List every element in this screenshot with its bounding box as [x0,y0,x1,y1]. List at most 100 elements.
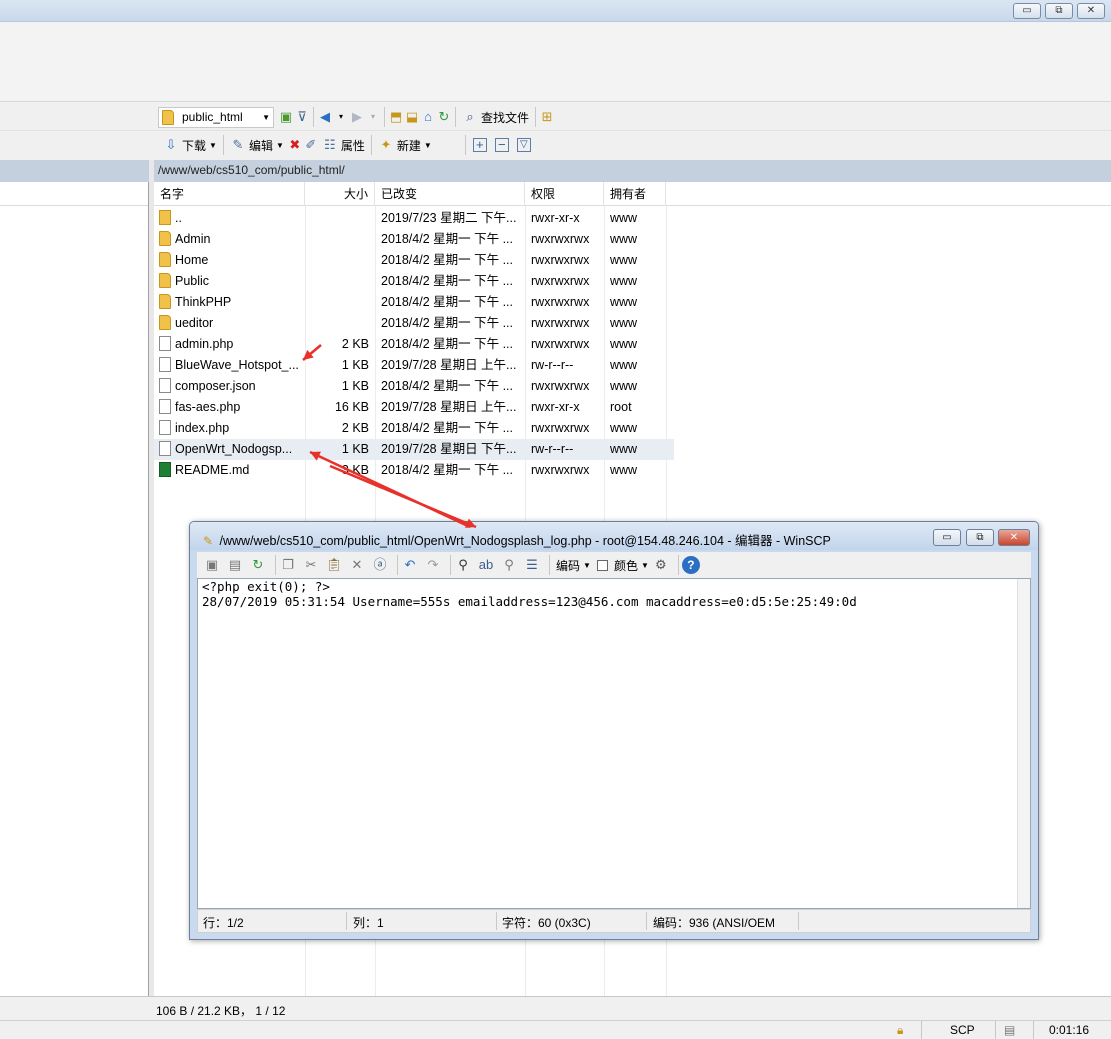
folder-select[interactable]: public_html ▼ [158,106,274,128]
file-owner: www [610,421,638,435]
download-button[interactable]: ⇩ 下载 ▼ [160,134,220,156]
back-dropdown-icon[interactable]: ▾ [333,109,349,125]
cut-icon[interactable]: ✂ [302,556,320,574]
column-header-changed[interactable]: 已改变 [375,182,525,206]
local-file-pane[interactable] [0,182,149,996]
file-row[interactable]: .. 2019/7/23 星期二 下午... rwxr-xr-x www [154,208,674,229]
goto-line-icon[interactable]: ☰ [523,556,541,574]
paste-icon[interactable]: 📋︎ [325,556,343,574]
file-row[interactable]: composer.json 1 KB 2018/4/2 星期一 下午 ... rwxr… [154,376,674,397]
color-checkbox[interactable] [596,559,608,571]
undo-icon[interactable]: ↶ [401,556,419,574]
editor-title-bar: ✎ /www/web/cs510_com/public_html/OpenWrt… [190,522,1038,550]
encoding-button[interactable]: 编码 ▼ [553,554,594,576]
file-row[interactable]: Home 2018/4/2 星期一 下午 ... rwxrwxrwx www [154,250,674,271]
file-changed: 2019/7/28 星期日 上午... [381,358,517,372]
editor-minimize-button[interactable]: ▭ [933,529,961,546]
restore-button[interactable]: ⧉ [1045,3,1073,19]
file-row[interactable]: Public 2018/4/2 星期一 下午 ... rwxrwxrwx www [154,271,674,292]
rename-icon[interactable]: ✐ [303,137,319,153]
file-row[interactable]: ueditor 2018/4/2 星期一 下午 ... rwxrwxrwx www [154,313,674,334]
file-size: 1 KB [341,379,369,393]
file-name: admin.php [159,334,303,355]
toolbar-divider [370,135,372,155]
editor-scrollbar[interactable] [1017,579,1030,908]
file-name-label: index.php [175,421,230,435]
file-size [305,229,369,250]
unselect-icon[interactable]: − [494,138,509,152]
file-row[interactable]: README.md 3 KB 2018/4/2 星期一 下午 ... rwxrwxrw… [154,460,674,481]
editor-text-area[interactable]: <?php exit(0); ?> 28/07/2019 05:31:54 Us… [197,578,1031,909]
file-owner: www [610,274,638,288]
file-size [305,208,369,229]
file-owner: www [610,232,638,246]
column-header-owner[interactable]: 拥有者 [604,182,666,206]
refresh-icon[interactable]: ↻ [436,109,452,125]
save-all-icon[interactable]: ▤ [226,556,244,574]
find-files-label: 查找文件 [481,110,530,125]
save-icon[interactable]: ▣ [203,556,221,574]
new-button[interactable]: ✦ 新建 ▼ [375,134,435,156]
column-header-size[interactable]: 大小 [305,182,375,206]
column-header-name[interactable]: 名字 [154,182,305,206]
file-changed: 2018/4/2 星期一 下午 ... [381,463,513,477]
file-row[interactable]: index.php 2 KB 2018/4/2 星期一 下午 ... rwxrwxrw… [154,418,674,439]
remote-path-bar[interactable]: /www/web/cs510_com/public_html/ [154,160,1111,182]
file-owner: www [610,379,638,393]
select-all-icon[interactable]: + [472,138,487,152]
file-size: 2 KB [341,337,369,351]
open-folder-icon[interactable]: ▣ [278,109,294,125]
editor-maximize-button[interactable]: ⧉ [966,529,994,546]
editor-window: ✎ /www/web/cs510_com/public_html/OpenWrt… [189,521,1039,940]
settings-gear-icon[interactable]: ⚙ [652,556,670,574]
file-row[interactable]: ThinkPHP 2018/4/2 星期一 下午 ... rwxrwxrwx www [154,292,674,313]
color-button[interactable]: 颜色 ▼ [611,554,652,576]
home-icon[interactable]: ⌂ [420,109,436,125]
file-row[interactable]: fas-aes.php 16 KB 2019/7/28 星期日 上午... rwxr-… [154,397,674,418]
reload-icon[interactable]: ↻ [249,556,267,574]
chevron-down-icon: ▼ [262,112,270,122]
replace-icon[interactable]: ab [477,556,495,574]
toolbar-divider [450,555,451,575]
find-files-button[interactable]: ⌕ 查找文件 [459,106,532,128]
select-all-icon[interactable]: ⓐ [371,556,389,574]
properties-button[interactable]: ☷ 属性 [319,134,368,156]
parent-folder-icon[interactable]: ⬒ [388,109,404,125]
file-name: Public [159,271,303,292]
file-row[interactable]: BlueWave_Hotspot_... 1 KB 2019/7/28 星期日 上午… [154,355,674,376]
help-icon[interactable]: ? [681,556,700,574]
file-name: ThinkPHP [159,292,303,313]
filter-select-icon[interactable]: ▽ [516,138,531,152]
file-changed: 2019/7/23 星期二 下午... [381,211,517,225]
file-name-label: ueditor [175,316,214,330]
redo-icon[interactable]: ↷ [424,556,442,574]
file-size [305,250,369,271]
file-name: OpenWrt_Nodogsp... [159,439,303,460]
find-icon[interactable]: ⚲ [454,556,472,574]
find-next-icon[interactable]: ⚲ [500,556,518,574]
file-row[interactable]: admin.php 2 KB 2018/4/2 星期一 下午 ... rwxrwxrw… [154,334,674,355]
file-rights: rwxrwxrwx [531,316,590,330]
edit-label: 编辑 [248,138,273,153]
forward-dropdown-icon[interactable]: ▾ [365,109,381,125]
file-row[interactable]: Admin 2018/4/2 星期一 下午 ... rwxrwxrwx www [154,229,674,250]
close-button[interactable]: ✕ [1077,3,1105,19]
back-arrow-icon[interactable]: ◀ [317,109,333,125]
column-header-rights[interactable]: 权限 [525,182,604,206]
delete-icon[interactable]: ✖ [287,137,303,153]
forward-arrow-icon[interactable]: ▶ [349,109,365,125]
status-divider [646,912,647,930]
editor-close-button[interactable]: ✕ [998,529,1030,546]
minimize-button[interactable]: ▭ [1013,3,1041,19]
root-folder-icon[interactable]: ⬓ [404,109,420,125]
tree-icon[interactable]: ⊞ [539,109,555,125]
column-indicator: 列：1 [353,916,384,930]
remote-toolbar-2: ⇩ 下载 ▼ ✎ 编辑 ▼ ✖ ✐ ☷ 属性 ✦ 新建 ▼ + − ▽ [0,131,1111,159]
edit-button[interactable]: ✎ 编辑 ▼ [227,134,287,156]
delete-icon[interactable]: ✕ [348,556,366,574]
copy-icon[interactable]: ❐ [279,556,297,574]
toolbar-divider [222,135,224,155]
file-row[interactable]: OpenWrt_Nodogsp... 1 KB 2019/7/28 星期日 下午..… [154,439,674,460]
status-divider [496,912,497,930]
filter-icon[interactable]: ⊽ [294,109,310,125]
